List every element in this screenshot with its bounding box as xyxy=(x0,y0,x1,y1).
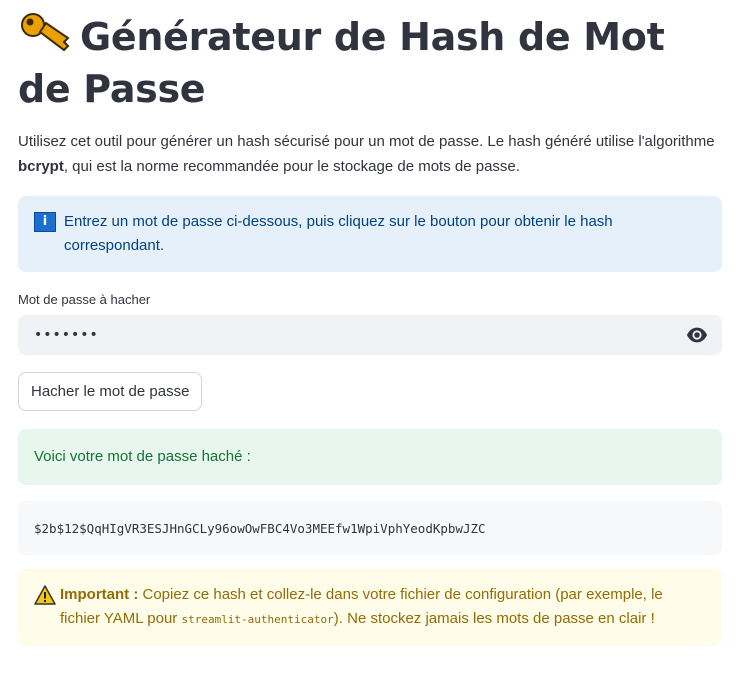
password-input[interactable] xyxy=(32,326,636,344)
warning-alert-text-container: Important : Copiez ce hash et collez-le … xyxy=(60,583,706,632)
password-input-container xyxy=(18,315,722,355)
hash-password-button[interactable]: Hacher le mot de passe xyxy=(18,372,203,411)
info-alert-text: Entrez un mot de passe ci-dessous, puis … xyxy=(64,213,613,254)
password-field-label: Mot de passe à hacher xyxy=(18,292,151,307)
eye-icon[interactable] xyxy=(686,324,708,346)
key-icon xyxy=(21,13,70,52)
warning-icon xyxy=(34,585,56,605)
success-alert: Voici votre mot de passe haché : xyxy=(18,429,722,485)
intro-text-after: , qui est la norme recommandée pour le s… xyxy=(63,158,520,175)
page-title-text: Générateur de Hash de Mot de Passe xyxy=(18,15,665,111)
intro-bold-bcrypt: bcrypt xyxy=(18,158,64,175)
warning-bold-label: Important : xyxy=(60,586,139,603)
warning-text-after: ). Ne stockez jamais les mots de passe e… xyxy=(333,610,655,627)
warning-alert: Important : Copiez ce hash et collez-le … xyxy=(18,569,722,646)
warning-code-inline: streamlit-authenticator xyxy=(181,613,334,626)
info-alert: i Entrez un mot de passe ci-dessous, pui… xyxy=(18,196,722,272)
info-icon: i xyxy=(34,212,56,232)
page-title: Générateur de Hash de Mot de Passe xyxy=(18,0,722,115)
intro-text-before: Utilisez cet outil pour générer un hash … xyxy=(18,133,715,150)
success-alert-text: Voici votre mot de passe haché : xyxy=(34,448,251,465)
hash-output-code: $2b$12$QqHIgVR3ESJHnGCLy96owOwFBC4Vo3MEE… xyxy=(18,501,722,555)
main-content: Générateur de Hash de Mot de Passe Utili… xyxy=(0,0,749,646)
intro-paragraph: Utilisez cet outil pour générer un hash … xyxy=(18,129,722,179)
hash-output-value: $2b$12$QqHIgVR3ESJHnGCLy96owOwFBC4Vo3MEE… xyxy=(34,520,486,536)
